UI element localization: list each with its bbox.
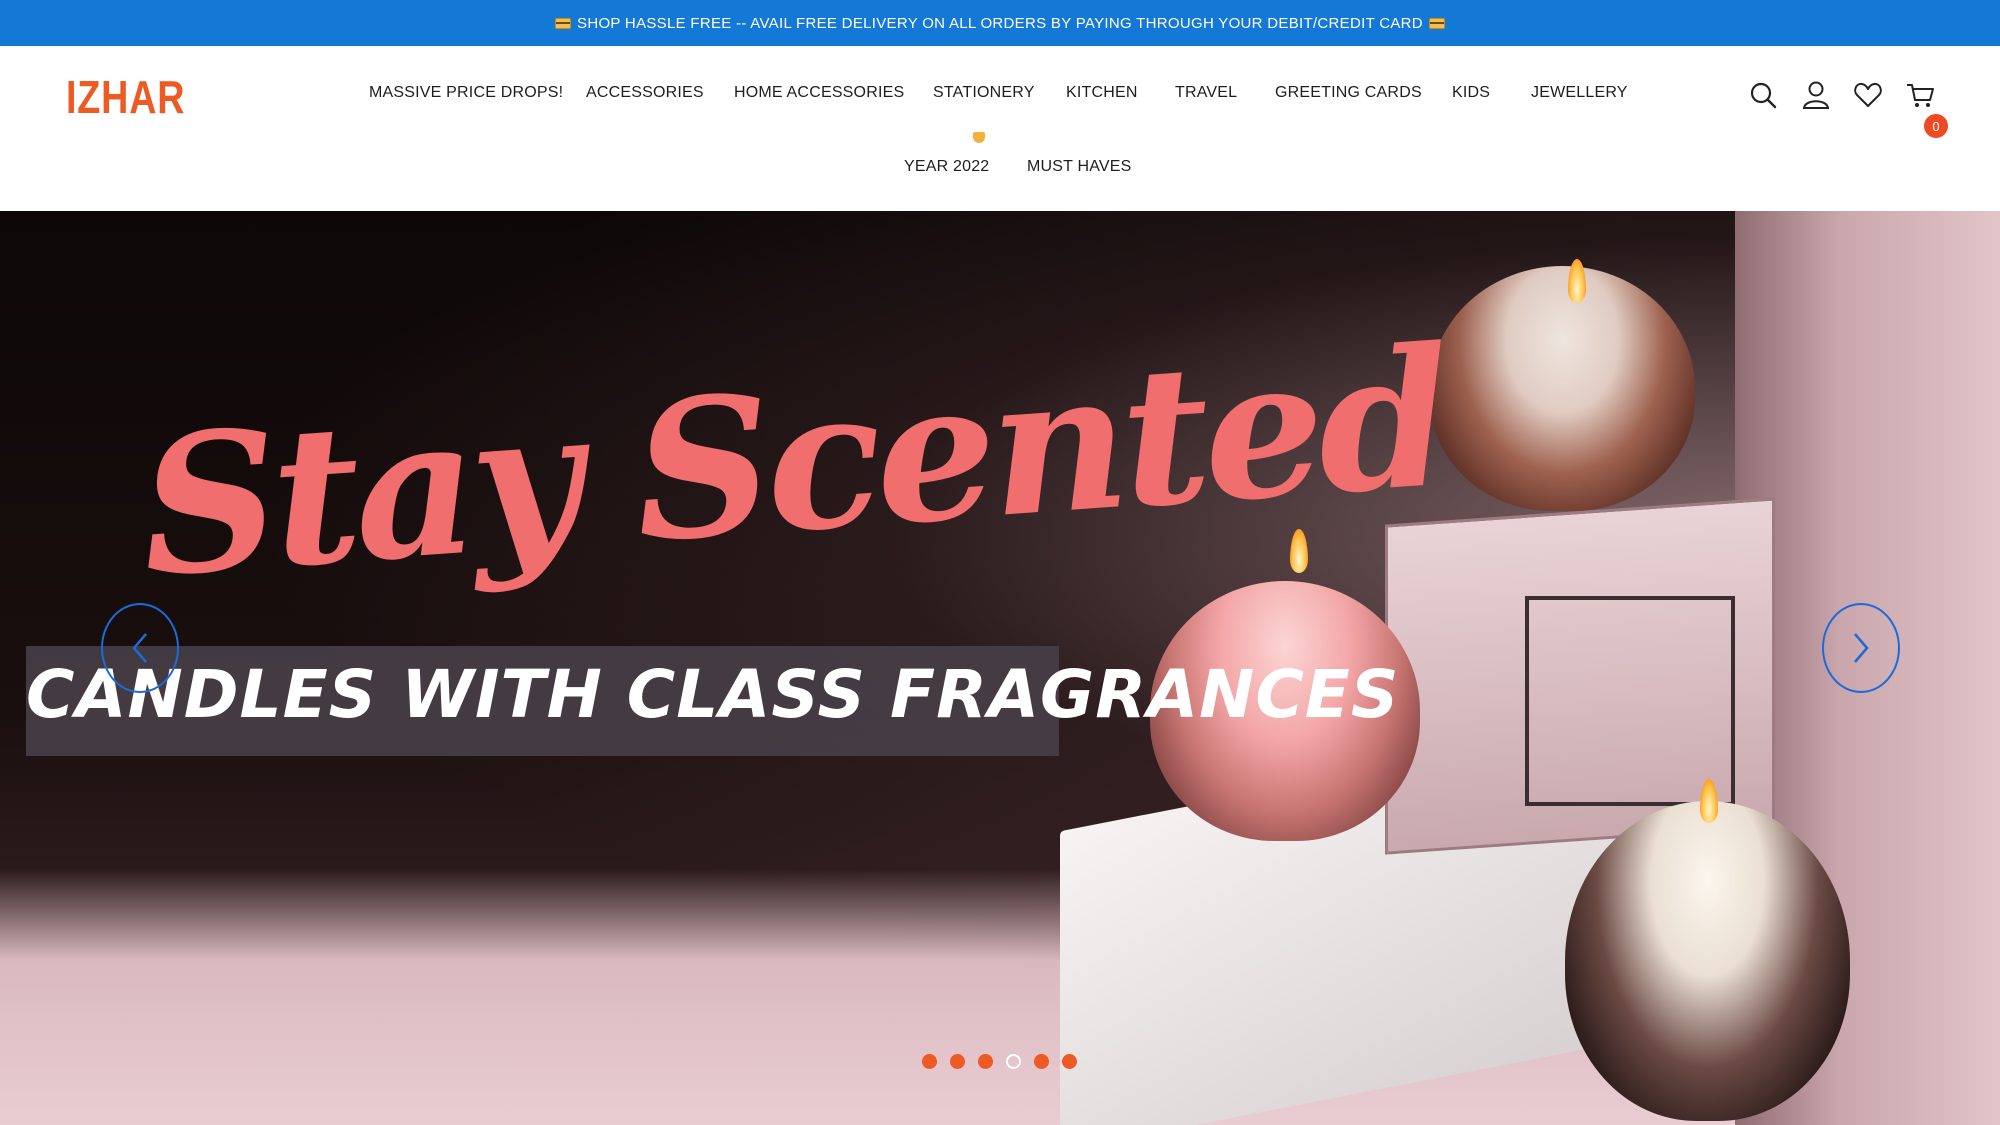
chevron-left-icon [132, 633, 147, 663]
announcement-bar: SHOP HASSLE FREE -- AVAIL FREE DELIVERY … [0, 0, 2000, 46]
site-header: IZHAR MASSIVE PRICE DROPS! ACCESSORIES H… [0, 46, 2000, 211]
cart-count-badge: 0 [1924, 114, 1948, 138]
logo[interactable]: IZHAR [66, 70, 185, 124]
nav-accessories[interactable]: ACCESSORIES [586, 84, 704, 102]
nav-travel[interactable]: TRAVEL [1175, 84, 1237, 102]
nav-massive-price-drops[interactable]: MASSIVE PRICE DROPS! [369, 84, 563, 102]
nav-year-2022[interactable]: YEAR 2022 [904, 158, 989, 176]
nav-stationery[interactable]: STATIONERY [933, 84, 1035, 102]
nav-kitchen[interactable]: KITCHEN [1066, 84, 1138, 102]
hero-title: Stay Scented [133, 305, 1453, 620]
flame-icon [1568, 259, 1586, 303]
carousel-dot[interactable] [950, 1054, 965, 1069]
nav-greeting-cards[interactable]: GREETING CARDS [1275, 84, 1422, 102]
wishlist-icon[interactable] [1852, 79, 1884, 111]
new-badge-icon [973, 132, 985, 143]
hero-subtitle: CANDLES WITH CLASS FRAGRANCES [26, 656, 1400, 733]
carousel-dot[interactable] [1062, 1054, 1077, 1069]
carousel-dot[interactable] [978, 1054, 993, 1069]
chevron-right-icon [1854, 633, 1869, 663]
credit-card-icon [1428, 17, 1445, 29]
carousel-prev-button[interactable] [101, 603, 179, 693]
carousel-dot[interactable] [922, 1054, 937, 1069]
cart-icon[interactable] [1904, 79, 1936, 111]
nav-home-accessories[interactable]: HOME ACCESSORIES [734, 84, 904, 102]
candle-image [1565, 801, 1850, 1121]
carousel-next-button[interactable] [1822, 603, 1900, 693]
credit-card-icon [555, 17, 572, 29]
search-icon[interactable] [1747, 79, 1779, 111]
candle-image [1430, 266, 1695, 511]
carousel-dot-active[interactable] [1006, 1054, 1021, 1069]
nav-kids[interactable]: KIDS [1452, 84, 1490, 102]
nav-jewellery[interactable]: JEWELLERY [1531, 84, 1628, 102]
carousel-dot[interactable] [1034, 1054, 1049, 1069]
hero-gift-box-frame [1525, 596, 1735, 806]
account-icon[interactable] [1800, 79, 1832, 111]
hero-banner[interactable]: Stay Scented CANDLES WITH CLASS FRAGRANC… [0, 211, 2000, 1125]
carousel-dots [922, 1054, 1077, 1069]
announcement-text: SHOP HASSLE FREE -- AVAIL FREE DELIVERY … [577, 14, 1423, 32]
nav-must-haves[interactable]: MUST HAVES [1027, 158, 1132, 176]
